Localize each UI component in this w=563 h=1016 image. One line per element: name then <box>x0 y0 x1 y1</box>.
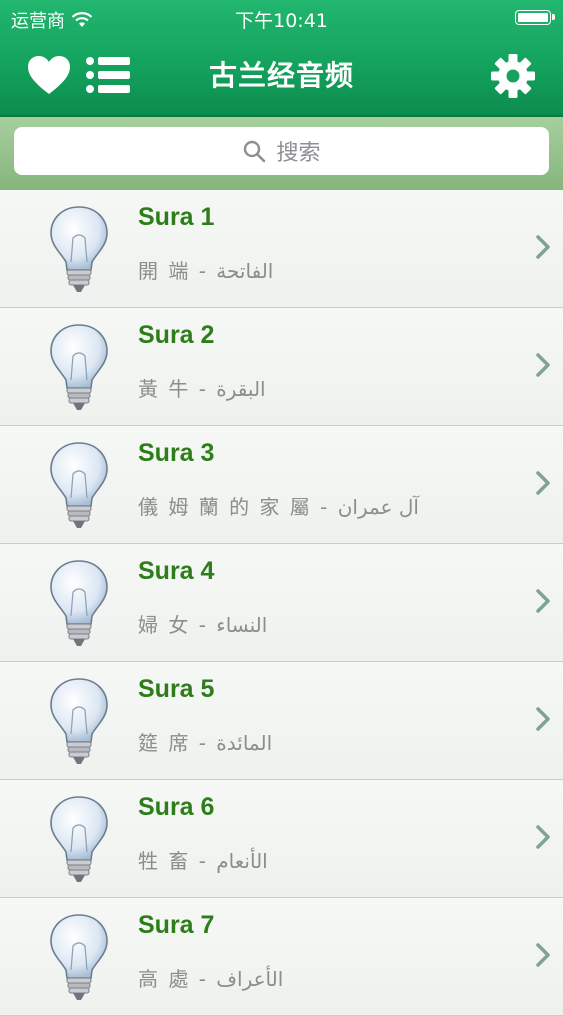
sura-title: Sura 2 <box>138 321 215 349</box>
chevron-right-icon <box>536 235 550 259</box>
lightbulb-icon <box>50 678 108 764</box>
search-input[interactable]: 搜索 <box>14 127 549 175</box>
battery-icon <box>515 10 555 25</box>
list-item[interactable]: Sura 4 婦 女 - النساء <box>0 544 563 662</box>
list-item[interactable]: Sura 5 筵 席 - المائدة <box>0 662 563 780</box>
chevron-right-icon <box>536 589 550 613</box>
list-item[interactable]: Sura 6 牲 畜 - الأنعام <box>0 780 563 898</box>
sura-subtitle: 儀 姆 蘭 的 家 屬 - آل عمران <box>138 495 419 519</box>
lightbulb-icon <box>50 206 108 292</box>
sura-title: Sura 3 <box>138 439 215 467</box>
sura-subtitle: 牲 畜 - الأنعام <box>138 849 268 873</box>
chevron-right-icon <box>536 943 550 967</box>
status-time: 下午10:41 <box>235 10 328 32</box>
sura-title: Sura 1 <box>138 203 215 231</box>
search-icon <box>244 140 266 163</box>
list-item[interactable]: Sura 2 黃 牛 - البقرة <box>0 308 563 426</box>
sura-list: Sura 1 開 端 - الفاتحة Sura 2 黃 牛 - البقرة <box>0 190 563 1016</box>
list-item[interactable]: Sura 7 高 處 - الأعراف <box>0 898 563 1016</box>
search-placeholder: 搜索 <box>276 141 321 166</box>
sura-title: Sura 7 <box>138 911 215 939</box>
lightbulb-icon <box>50 914 108 1000</box>
lightbulb-icon <box>50 324 108 410</box>
status-bar: 运营商 下午10:41 <box>0 0 563 36</box>
sura-title: Sura 4 <box>138 557 215 585</box>
sura-subtitle: 黃 牛 - البقرة <box>138 377 266 401</box>
sura-title: Sura 6 <box>138 793 215 821</box>
lightbulb-icon <box>50 560 108 646</box>
chevron-right-icon <box>536 353 550 377</box>
page-title: 古兰经音频 <box>208 59 354 92</box>
lightbulb-icon <box>50 796 108 882</box>
navigation-bar: 古兰经音频 <box>0 36 563 112</box>
sura-subtitle: 開 端 - الفاتحة <box>138 259 274 283</box>
sura-subtitle: 婦 女 - النساء <box>138 613 268 637</box>
chevron-right-icon <box>536 707 550 731</box>
chevron-right-icon <box>536 825 550 849</box>
search-bar: 搜索 <box>0 117 563 190</box>
app-header: 运营商 下午10:41 古兰经音频 <box>0 0 563 117</box>
sura-subtitle: 筵 席 - المائدة <box>138 731 273 755</box>
sura-subtitle: 高 處 - الأعراف <box>138 967 284 991</box>
sura-title: Sura 5 <box>138 675 215 703</box>
lightbulb-icon <box>50 442 108 528</box>
list-item[interactable]: Sura 1 開 端 - الفاتحة <box>0 190 563 308</box>
gear-icon[interactable] <box>490 53 536 99</box>
chevron-right-icon <box>536 471 550 495</box>
list-item[interactable]: Sura 3 儀 姆 蘭 的 家 屬 - آل عمران <box>0 426 563 544</box>
